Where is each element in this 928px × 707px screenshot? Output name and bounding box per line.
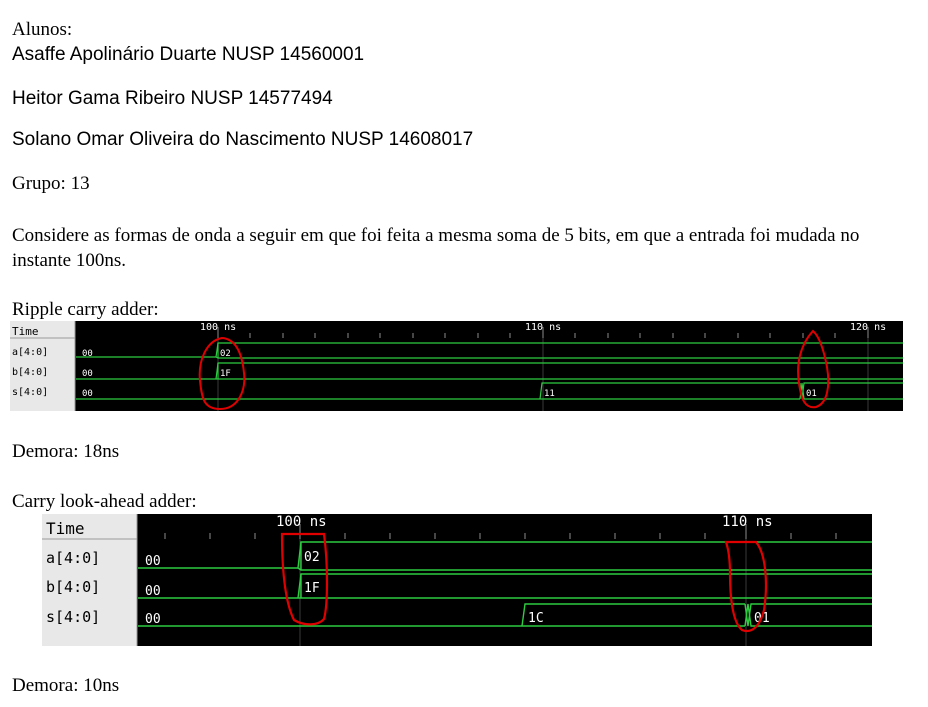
student-3: Solano Omar Oliveira do Nascimento NUSP … [12,129,474,150]
ripple-tick-100: 100 ns [200,322,236,333]
cla-tick-100: 100 ns [276,514,327,530]
cla-signal-a: a[4:0] [46,549,100,567]
cla-annotation-100ns [280,532,329,626]
cla-b-v1: 1F [304,581,320,596]
student-1: Asaffe Apolinário Duarte NUSP 14560001 [12,44,365,65]
ripple-s-v2: 01 [806,389,817,399]
group-label: Grupo: 13 [12,173,90,194]
cla-signal-b: b[4:0] [46,578,100,596]
cla-s-v0: 00 [145,612,161,627]
cla-time-label: Time [46,519,85,538]
ripple-tick-110: 110 ns [525,322,561,333]
cla-waveform: Time a[4:0] b[4:0] s[4:0] 100 ns 110 ns [42,514,872,646]
ripple-waveform: Time a[4:0] b[4:0] s[4:0] 100 ns 110 ns … [10,321,903,411]
cla-signal-s: s[4:0] [46,608,100,626]
cla-s-v1: 1C [528,611,544,626]
ripple-s-v0: 00 [82,389,93,399]
ripple-signal-s: s[4:0] [12,387,48,398]
ripple-signal-b: b[4:0] [12,367,48,378]
cla-a-v0: 00 [145,554,161,569]
ripple-s-v1: 11 [544,389,555,399]
cla-a-v1: 02 [304,550,320,565]
cla-heading: Carry look-ahead adder: [12,491,197,512]
intro-paragraph: Considere as formas de onda a seguir em … [12,225,860,271]
cla-tick-110: 110 ns [722,514,773,530]
cla-delay: Demora: 10ns [12,675,120,696]
ripple-heading: Ripple carry adder: [12,299,159,320]
student-2: Heitor Gama Ribeiro NUSP 14577494 [12,88,333,109]
ripple-tick-120: 120 ns [850,322,886,333]
ripple-signal-a: a[4:0] [12,347,48,358]
ripple-delay: Demora: 18ns [12,441,120,462]
students-label: Alunos: [12,19,73,40]
cla-b-v0: 00 [145,584,161,599]
ripple-a-v1: 02 [220,349,231,359]
ripple-time-label: Time [12,325,39,338]
ripple-b-v1: 1F [220,369,231,379]
ripple-a-v0: 00 [82,349,93,359]
ripple-b-v0: 00 [82,369,93,379]
